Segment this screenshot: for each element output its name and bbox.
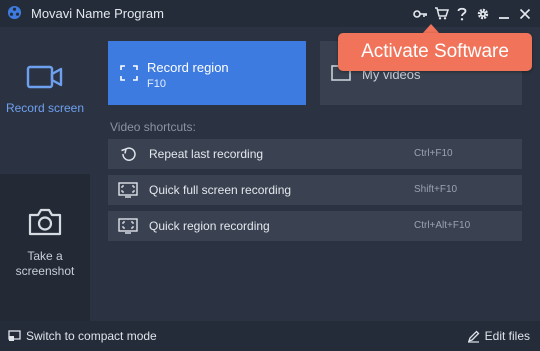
gear-icon[interactable] bbox=[474, 5, 492, 23]
sidebar-item-label: Take a screenshot bbox=[15, 249, 75, 278]
pencil-icon bbox=[467, 330, 480, 343]
shortcut-key: Shift+F10 bbox=[414, 184, 458, 195]
sidebar: Record screen Take a screenshot bbox=[0, 27, 90, 321]
sidebar-item-record-screen[interactable]: Record screen bbox=[0, 27, 90, 174]
activate-software-popup[interactable]: Activate Software bbox=[338, 33, 532, 71]
repeat-icon bbox=[121, 147, 136, 161]
sidebar-item-label: Record screen bbox=[5, 101, 85, 115]
region-brackets-icon bbox=[120, 65, 138, 81]
shortcut-label: Quick full screen recording bbox=[149, 183, 292, 197]
shortcut-row-region[interactable]: Quick region recording Ctrl+Alt+F10 bbox=[108, 211, 522, 241]
switch-compact-mode-button[interactable]: Switch to compact mode bbox=[8, 329, 157, 343]
fullscreen-icon bbox=[118, 182, 138, 198]
shortcut-label: Quick region recording bbox=[149, 219, 270, 233]
shortcut-row-full-screen[interactable]: Quick full screen recording Shift+F10 bbox=[108, 175, 522, 205]
titlebar-controls bbox=[408, 0, 534, 27]
sidebar-item-take-screenshot[interactable]: Take a screenshot bbox=[0, 174, 90, 321]
film-reel-icon bbox=[7, 5, 22, 20]
record-region-button[interactable]: Record region F10 bbox=[108, 41, 306, 105]
key-icon[interactable] bbox=[411, 5, 429, 23]
help-icon[interactable] bbox=[453, 5, 471, 23]
video-shortcuts-heading: Video shortcuts: bbox=[110, 120, 196, 134]
footer-bar: Switch to compact mode Edit files bbox=[0, 321, 540, 351]
compact-mode-label: Switch to compact mode bbox=[26, 329, 157, 343]
edit-files-label: Edit files bbox=[484, 329, 530, 343]
photo-camera-icon bbox=[28, 208, 62, 236]
app-title: Movavi Name Program bbox=[31, 6, 164, 21]
record-region-label: Record region bbox=[147, 60, 229, 75]
edit-files-button[interactable]: Edit files bbox=[467, 329, 530, 343]
title-bar: Movavi Name Program bbox=[0, 0, 540, 27]
record-region-shortcut: F10 bbox=[147, 78, 166, 90]
compact-mode-icon bbox=[8, 330, 21, 341]
shortcut-key: Ctrl+Alt+F10 bbox=[414, 220, 471, 231]
region-icon bbox=[118, 218, 138, 234]
shortcut-row-repeat-last[interactable]: Repeat last recording Ctrl+F10 bbox=[108, 139, 522, 169]
shortcut-label: Repeat last recording bbox=[149, 147, 264, 161]
shortcut-key: Ctrl+F10 bbox=[414, 148, 453, 159]
camera-video-icon bbox=[26, 65, 63, 89]
cart-icon[interactable] bbox=[432, 5, 450, 23]
close-icon[interactable] bbox=[516, 5, 534, 23]
main-panel: Record region F10 My videos Video shortc… bbox=[90, 27, 540, 321]
minimize-icon[interactable] bbox=[495, 5, 513, 23]
